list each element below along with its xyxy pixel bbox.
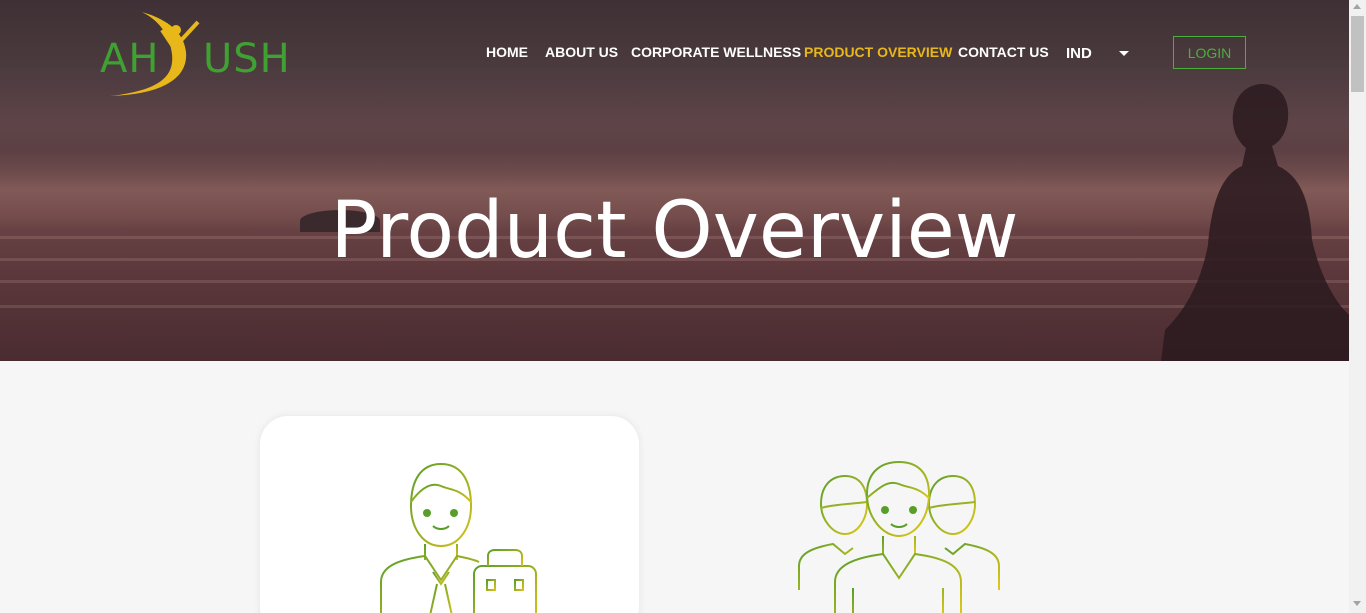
nav-item-home[interactable]: HOME	[486, 44, 528, 60]
nav-item-product-overview[interactable]: PRODUCT OVERVIEW	[804, 44, 952, 60]
nav-item-contact-us[interactable]: CONTACT US	[958, 44, 1049, 60]
scroll-down-arrow-icon[interactable]	[1353, 601, 1361, 606]
nav-item-corporate-wellness[interactable]: CORPORATE WELLNESS	[631, 44, 801, 60]
group-of-people-icon	[798, 460, 1000, 613]
language-selector[interactable]: IND	[1066, 45, 1092, 62]
login-button[interactable]: LOGIN	[1173, 36, 1246, 69]
chevron-down-icon[interactable]	[1119, 51, 1129, 56]
page-title: Product Overview	[330, 186, 1019, 276]
ahyush-logo[interactable]: AH USH	[100, 8, 290, 100]
scroll-up-arrow-icon[interactable]	[1353, 4, 1361, 9]
scrollbar-thumb[interactable]	[1351, 16, 1364, 92]
page: Product Overview AH USH HOME ABOUT US CO…	[0, 0, 1349, 613]
employee-with-briefcase-icon	[380, 462, 537, 613]
nav-item-about-us[interactable]: ABOUT US	[545, 44, 618, 60]
